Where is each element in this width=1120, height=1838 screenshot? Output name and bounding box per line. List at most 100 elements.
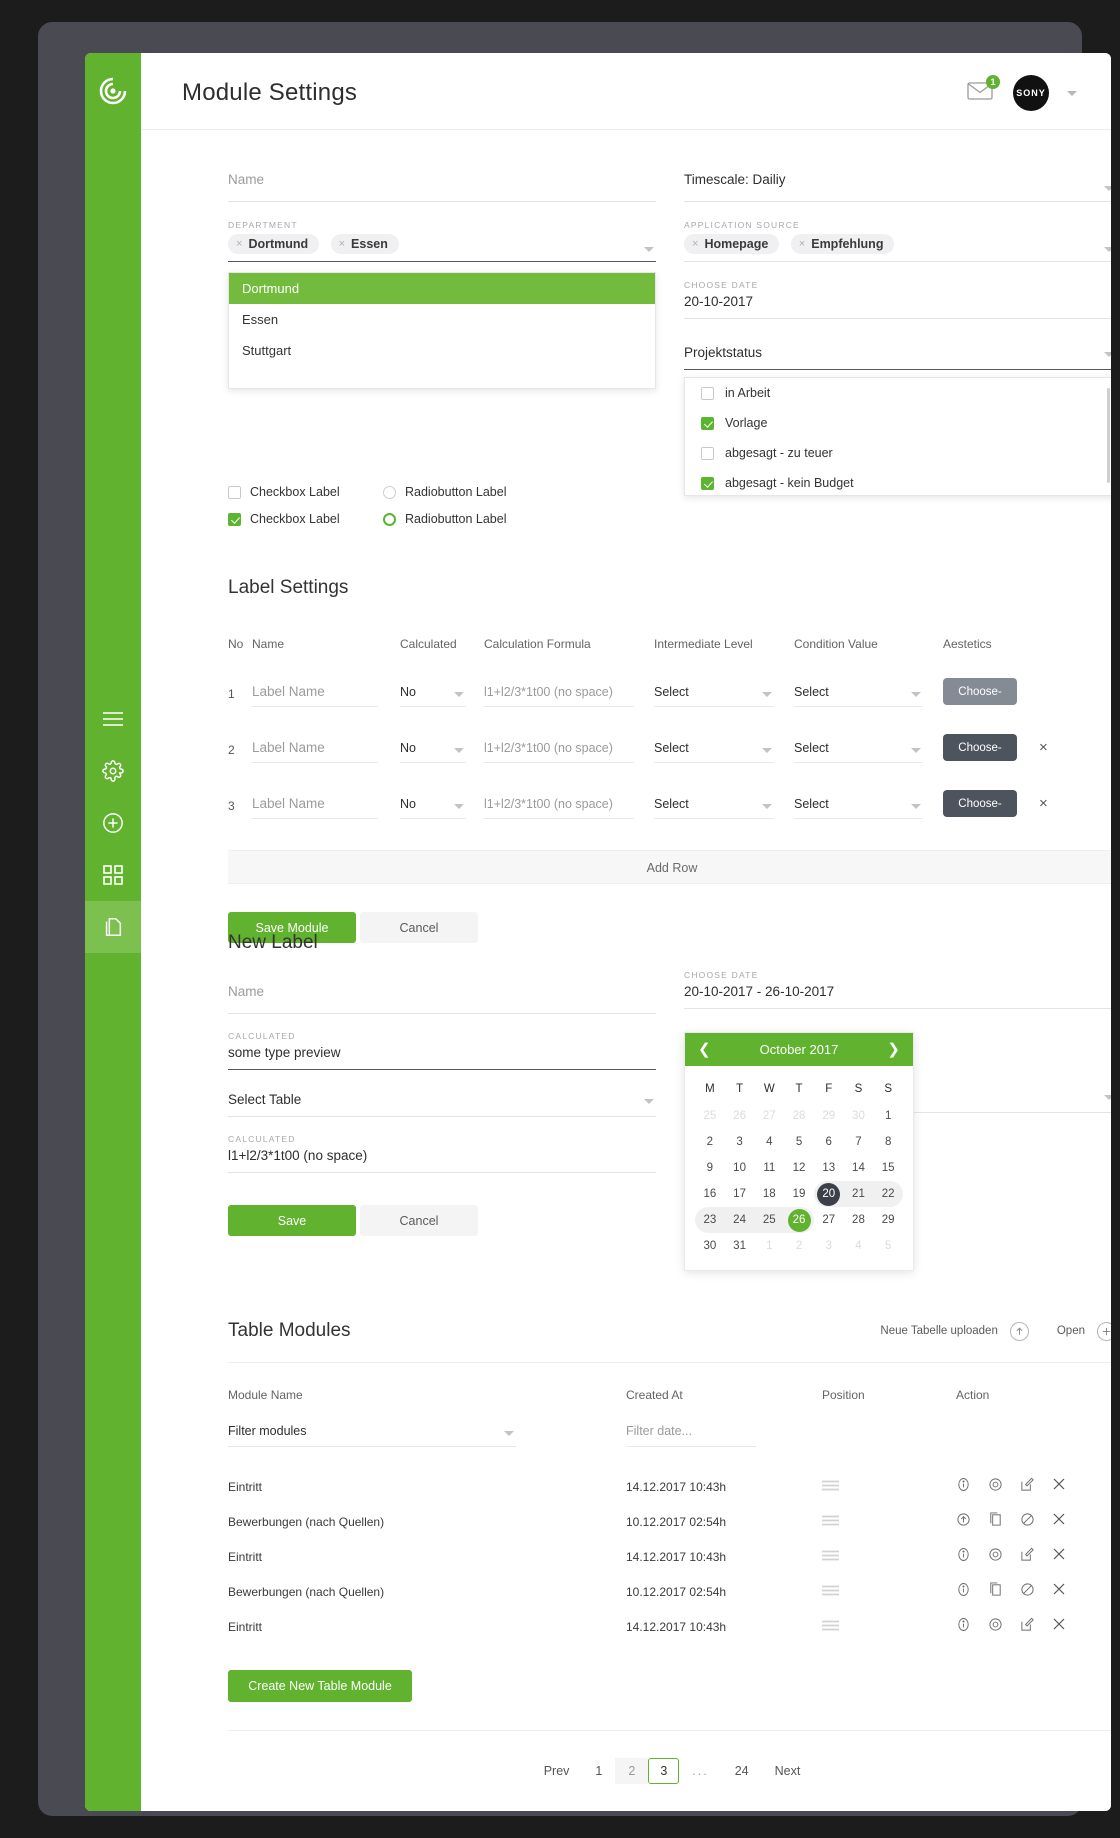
calendar-day[interactable]: 2	[695, 1129, 725, 1155]
close-icon[interactable]	[1052, 1477, 1066, 1496]
upload-icon[interactable]	[956, 1512, 971, 1532]
calendar-day[interactable]: 30	[844, 1103, 874, 1129]
calendar-day[interactable]: 24	[724, 1207, 755, 1233]
pagination-next[interactable]: Next	[762, 1758, 814, 1784]
calendar-day[interactable]: 26	[725, 1103, 755, 1129]
ban-icon[interactable]	[1020, 1512, 1035, 1532]
chevron-down-icon[interactable]	[1104, 352, 1111, 357]
new-label-name-field[interactable]: Name	[228, 984, 656, 1014]
pagination-page-3[interactable]: 3	[648, 1758, 680, 1784]
dropdown-option-essen[interactable]: Essen	[229, 304, 655, 335]
upload-icon[interactable]	[1009, 1321, 1029, 1341]
create-new-table-module-button[interactable]: Create New Table Module	[228, 1670, 412, 1702]
calendar-day[interactable]: 12	[784, 1155, 814, 1181]
pagination-page-24[interactable]: 24	[722, 1758, 762, 1784]
pagination-prev[interactable]: Prev	[531, 1758, 583, 1784]
checkbox-icon[interactable]	[228, 485, 241, 499]
remove-row-icon[interactable]: ×	[1039, 795, 1048, 812]
row-calculated-field[interactable]: No	[400, 797, 484, 819]
chevron-down-icon[interactable]	[644, 247, 654, 252]
projektstatus-control[interactable]: Projektstatus	[684, 345, 1111, 370]
calendar-day[interactable]: 10	[725, 1155, 755, 1181]
calendar-day[interactable]: 28	[844, 1207, 874, 1233]
chevron-down-icon[interactable]	[454, 804, 464, 809]
calendar-day[interactable]: 25	[754, 1207, 785, 1233]
row-calculated-field[interactable]: No	[400, 741, 484, 763]
drag-handle-icon[interactable]	[822, 1513, 839, 1530]
calendar-day[interactable]: 23	[695, 1207, 725, 1233]
row-formula-field[interactable]: l1+l2/3*1t00 (no space)	[484, 741, 654, 763]
dropdown-option-dortmund[interactable]: Dortmund	[229, 273, 655, 304]
name-field[interactable]: Name	[228, 172, 656, 202]
calendar-day[interactable]: 3	[725, 1129, 755, 1155]
status-option-kein-budget[interactable]: abgesagt - kein Budget	[685, 468, 1111, 495]
projektstatus-dropdown[interactable]: in Arbeit Vorlage abgesagt - zu teuer ab…	[684, 377, 1111, 496]
ban-icon[interactable]	[1020, 1582, 1035, 1602]
status-option-in-arbeit[interactable]: in Arbeit	[685, 378, 1111, 408]
chevron-right-icon[interactable]: ❯	[887, 1042, 900, 1057]
radio-icon[interactable]	[383, 485, 396, 499]
calendar-day[interactable]: 4	[754, 1129, 784, 1155]
close-icon[interactable]	[1052, 1582, 1066, 1601]
checkbox-icon[interactable]	[701, 446, 714, 460]
checkbox-icon[interactable]	[701, 386, 714, 400]
chevron-down-icon[interactable]	[1104, 186, 1111, 191]
calendar-day[interactable]: 19	[784, 1181, 814, 1207]
eye-icon[interactable]	[988, 1547, 1003, 1567]
chevron-down-icon[interactable]	[504, 1431, 514, 1436]
info-icon[interactable]	[956, 1582, 971, 1602]
sidebar-item-add[interactable]	[85, 797, 141, 849]
remove-tag-icon[interactable]: ×	[339, 238, 345, 250]
choose-date-value-wrap[interactable]: 20-10-2017	[684, 294, 1111, 319]
calendar-day[interactable]: 18	[754, 1181, 784, 1207]
add-row-button[interactable]: Add Row	[228, 850, 1111, 884]
chevron-down-icon[interactable]	[762, 804, 772, 809]
upload-table-label[interactable]: Neue Tabelle uploaden	[880, 1325, 997, 1337]
new-label-calculated-field[interactable]: CALCULATED some type preview	[228, 1031, 656, 1070]
remove-tag-icon[interactable]: ×	[236, 238, 242, 250]
filter-modules-field[interactable]: Filter modules	[228, 1424, 626, 1447]
copy-icon[interactable]	[988, 1581, 1003, 1602]
calendar-day[interactable]: 21	[843, 1181, 874, 1207]
application-source-field[interactable]: APPLICATION SOURCE × Homepage × Empfehlu…	[684, 220, 1111, 262]
department-field[interactable]: DEPARTMENT × Dortmund × Essen Dortmund E…	[228, 220, 656, 389]
calendar-day[interactable]: 27	[754, 1103, 784, 1129]
checkbox-row-1[interactable]: Checkbox Label	[228, 485, 383, 499]
drag-handle-icon[interactable]	[822, 1618, 839, 1635]
choose-date-field[interactable]: CHOOSE DATE 20-10-2017	[684, 280, 1111, 319]
checkbox-icon[interactable]	[228, 512, 241, 526]
chevron-down-icon[interactable]	[762, 692, 772, 697]
calendar-day[interactable]: 14	[844, 1155, 874, 1181]
tag-empfehlung[interactable]: × Empfehlung	[790, 234, 895, 254]
info-icon[interactable]	[956, 1617, 971, 1637]
info-icon[interactable]	[956, 1547, 971, 1567]
calendar-day[interactable]: 13	[814, 1155, 844, 1181]
status-option-vorlage[interactable]: Vorlage	[685, 408, 1111, 438]
calendar-day[interactable]: 30	[695, 1233, 725, 1259]
chevron-down-icon[interactable]	[1067, 90, 1077, 96]
calendar-day[interactable]: 28	[784, 1103, 814, 1129]
remove-row-icon[interactable]: ×	[1039, 739, 1048, 756]
row-intermediate-field[interactable]: Select	[654, 741, 794, 763]
filter-date-field[interactable]: Filter date...	[626, 1424, 822, 1447]
chevron-down-icon[interactable]	[911, 804, 921, 809]
row-intermediate-field[interactable]: Select	[654, 685, 794, 707]
status-option-zu-teuer[interactable]: abgesagt - zu teuer	[685, 438, 1111, 468]
sidebar-item-menu[interactable]	[85, 693, 141, 745]
save-button[interactable]: Save	[228, 1205, 356, 1236]
edit-icon[interactable]	[1020, 1617, 1035, 1637]
date-range-field[interactable]: CHOOSE DATE 20-10-2017 - 26-10-2017	[684, 970, 1111, 1009]
pagination-page-2[interactable]: 2	[615, 1758, 649, 1784]
calendar-day[interactable]: 9	[695, 1155, 725, 1181]
eye-icon[interactable]	[988, 1617, 1003, 1637]
messages-button[interactable]: 1	[967, 75, 1000, 105]
edit-icon[interactable]	[1020, 1547, 1035, 1567]
projektstatus-field[interactable]: Projektstatus in Arbeit Vorlage abgesagt…	[684, 345, 1111, 496]
chevron-down-icon[interactable]	[1104, 247, 1111, 252]
calendar-day[interactable]: 27	[814, 1207, 844, 1233]
application-source-tags[interactable]: × Homepage × Empfehlung	[684, 234, 1111, 262]
calendar-day[interactable]: 29	[873, 1207, 903, 1233]
calendar-day[interactable]: 5	[784, 1129, 814, 1155]
new-label-calculated2-field[interactable]: CALCULATED l1+l2/3*1t00 (no space)	[228, 1134, 656, 1173]
calendar-day-range-start[interactable]: 20	[813, 1181, 844, 1207]
